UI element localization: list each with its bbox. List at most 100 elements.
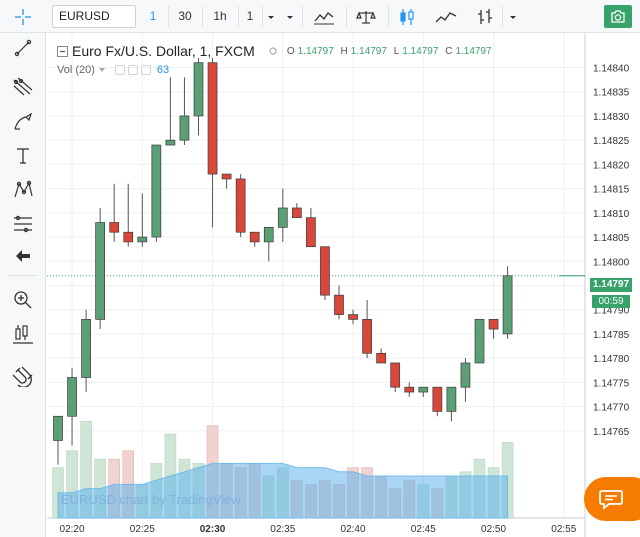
candle-body [221,173,232,180]
candle-body [432,386,443,412]
open-value: 1.14797 [297,45,334,57]
candle-body [446,386,457,412]
candle-body [179,115,190,141]
back-arrow-icon[interactable] [8,241,38,271]
high-label: H [340,45,348,57]
y-tick-label: 1.14805 [593,233,630,244]
measure-icon[interactable] [8,319,38,349]
candle-body [193,62,204,117]
candle-body [488,319,499,330]
volume-hide-icon[interactable] [127,65,138,75]
candle-body [249,231,260,243]
candle-body [306,217,316,248]
chat-icon[interactable] [584,477,640,521]
x-tick-label: 02:40 [341,524,366,535]
y-tick-label: 1.14815 [593,185,630,196]
pattern-icon[interactable] [8,175,38,205]
left-drawing-toolbar [0,33,46,537]
interval-1h-button[interactable]: 1h [206,5,234,28]
close-label: C [445,45,453,57]
symbol-title: Euro Fx/U.S. Dollar, 1, FXCM [72,43,255,59]
candle-body [67,377,77,417]
candle-body [460,362,471,388]
pitchfork-icon[interactable] [8,71,38,101]
candlestick-chart[interactable]: 1.14840 1.14835 1.14830 1.14825 1.14820 1.148… [47,33,640,537]
x-tick-label: 02:30 [200,524,226,535]
candle-body [263,227,274,243]
y-tick-label: 1.14840 [593,64,630,75]
y-tick-label: 1.14780 [593,354,630,365]
chart-style-dropdown-icon[interactable] [505,5,521,28]
candle-body [320,246,330,296]
low-value: 1.14797 [402,45,439,57]
candle-body [81,319,91,378]
candle-body [123,231,134,243]
area-icon[interactable] [432,5,460,28]
candle-body [151,144,162,238]
candle-body [390,362,401,388]
open-label: O [286,45,295,57]
bars-icon[interactable] [472,5,498,28]
candles-icon[interactable] [394,5,420,28]
y-tick-label: 1.14775 [593,378,630,389]
candle-body [235,178,246,233]
watermark: EURUSD chart by TradingView [61,492,241,507]
candle-body [502,275,513,335]
candle-body [418,386,429,393]
y-tick-label: 1.14800 [593,257,630,268]
high-value: 1.14797 [350,45,387,57]
candle-body [137,236,148,243]
brush-icon[interactable] [8,107,38,137]
candle-body [292,207,302,219]
top-toolbar: EURUSD 1 30 1h 1 [0,0,640,33]
x-tick-label: 02:50 [481,524,506,535]
tradingview-widget: EURUSD 1 30 1h 1 1.14840 1.14835 1.14830… [0,0,640,537]
candle-body [53,415,63,441]
volume-value: 63 [156,64,170,76]
y-tick-label: 1.14770 [593,403,630,414]
interval-30m-button[interactable]: 30 [172,5,198,28]
crosshair-icon[interactable] [0,0,46,33]
y-tick-label: 1.14835 [593,88,630,99]
indicators-icon[interactable] [310,5,338,28]
x-tick-label: 02:55 [551,524,576,535]
last-price-tag: 1.14797 [590,278,632,292]
candle-body [348,314,358,320]
volume-legend: Vol (20) 63 [57,64,169,76]
zoom-icon[interactable] [8,285,38,315]
camera-icon[interactable] [604,5,632,28]
low-label: L [393,45,400,57]
interval-1d-button[interactable]: 1 [242,5,258,28]
trendline-icon[interactable] [8,33,38,63]
settings-icon[interactable] [267,45,279,57]
y-tick-label: 1.14785 [593,330,630,341]
bar-countdown-tag: 00:59 [592,295,630,308]
text-icon[interactable] [8,141,38,171]
candle-body [474,319,485,364]
interval-dropdown-arrow-icon[interactable] [283,5,297,28]
y-tick-label: 1.14810 [593,209,630,220]
interval-dropdown-icon[interactable] [264,5,278,28]
chart-legend: Euro Fx/U.S. Dollar, 1, FXCM O 1.14797 H1… [57,43,496,59]
volume-settings-icon[interactable] [114,65,125,75]
close-value: 1.14797 [455,45,492,57]
collapse-icon[interactable] [57,45,68,57]
x-tick-label: 02:25 [130,524,155,535]
magnet-icon[interactable] [8,361,38,391]
candle-body [95,222,106,320]
y-tick-label: 1.14765 [593,427,630,438]
fib-icon[interactable] [8,209,38,239]
candle-body [165,139,176,146]
interval-1m-button[interactable]: 1 [142,5,164,28]
compare-icon[interactable] [352,5,380,28]
chart-pane[interactable]: 1.14840 1.14835 1.14830 1.14825 1.14820 1.148… [47,33,640,537]
symbol-input[interactable]: EURUSD [52,5,136,28]
candle-body [376,352,386,364]
candle-body [362,319,372,354]
candle-body [404,386,415,393]
volume-remove-icon[interactable] [140,65,151,75]
volume-dropdown-icon[interactable] [98,66,106,74]
candle-body [334,294,344,315]
y-tick-label: 1.14830 [593,112,630,123]
y-tick-label: 1.14820 [593,160,630,171]
